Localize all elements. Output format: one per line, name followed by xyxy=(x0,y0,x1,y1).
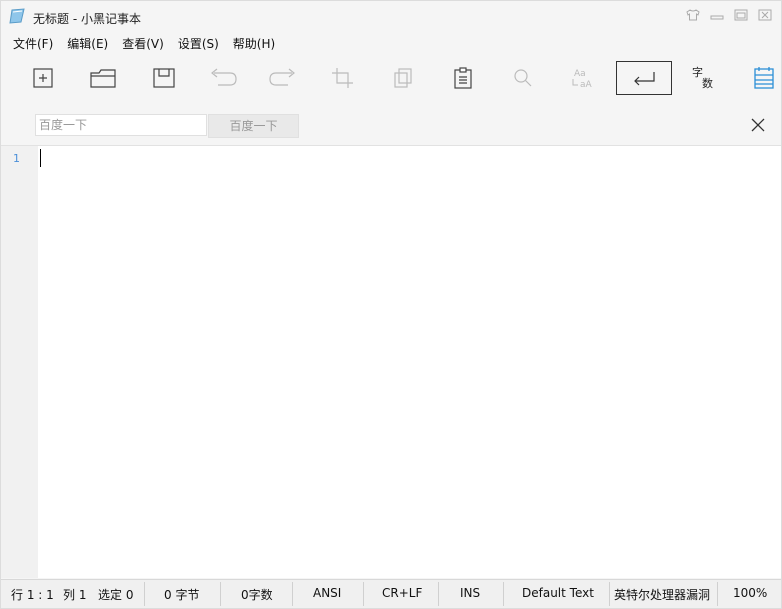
redo-button[interactable] xyxy=(267,63,299,93)
menu-help[interactable]: 帮助(H) xyxy=(226,33,282,53)
word-count-button[interactable]: 字 数 xyxy=(689,67,719,93)
word-count-bottom-label: 数 xyxy=(702,77,713,90)
new-icon xyxy=(33,68,53,88)
shirt-icon xyxy=(686,9,700,21)
status-divider xyxy=(220,582,221,606)
cut-button[interactable] xyxy=(327,63,359,93)
line-number-gutter: 1 xyxy=(1,146,38,578)
status-position: 行 1 : 1 xyxy=(11,588,54,602)
status-divider xyxy=(609,582,610,606)
maximize-icon xyxy=(734,9,748,21)
minimize-icon xyxy=(710,15,724,20)
status-encoding[interactable]: ANSI xyxy=(313,586,341,600)
status-divider xyxy=(717,582,718,606)
baidu-search-button[interactable]: 百度一下 xyxy=(208,114,299,138)
status-insert-mode[interactable]: INS xyxy=(460,586,480,600)
copy-icon xyxy=(394,68,412,88)
text-editor[interactable]: 1 xyxy=(1,146,781,578)
svg-text:Aa: Aa xyxy=(574,69,586,79)
open-icon xyxy=(90,69,116,88)
menu-view[interactable]: 查看(V) xyxy=(115,33,171,53)
line-number: 1 xyxy=(13,152,20,165)
undo-icon xyxy=(211,68,237,86)
save-icon xyxy=(153,68,175,88)
toolbar: Aa aA 字 数 xyxy=(1,57,781,101)
status-selected: 选定 0 xyxy=(98,588,134,602)
status-divider xyxy=(503,582,504,606)
status-column: 列 1 xyxy=(63,588,87,602)
close-search-icon[interactable] xyxy=(751,118,765,132)
menu-settings[interactable]: 设置(S) xyxy=(171,33,226,53)
wrap-icon xyxy=(634,72,655,86)
menu-file[interactable]: 文件(F) xyxy=(1,33,60,53)
title-bar: 无标题 - 小黑记事本 xyxy=(1,1,781,33)
new-file-button[interactable] xyxy=(27,63,59,93)
search-input[interactable]: 百度一下 xyxy=(35,114,207,136)
replace-case-button[interactable]: Aa aA xyxy=(567,63,599,93)
skin-button[interactable] xyxy=(683,7,703,23)
font-case-icon: Aa aA xyxy=(572,69,593,90)
find-button[interactable] xyxy=(507,63,539,93)
close-icon xyxy=(758,9,772,21)
status-divider xyxy=(363,582,364,606)
status-syntax[interactable]: Default Text xyxy=(522,586,594,600)
status-bytes: 0 字节 xyxy=(164,588,200,602)
paste-button[interactable] xyxy=(447,63,479,93)
undo-button[interactable] xyxy=(207,63,239,93)
status-bar: 行 1 : 1 列 1 选定 0 0 字节 0字数 ANSI CR+LF INS… xyxy=(1,579,781,608)
text-caret xyxy=(40,149,41,167)
status-divider xyxy=(144,582,145,606)
status-divider xyxy=(292,582,293,606)
search-bar: 百度一下 百度一下 xyxy=(1,107,781,146)
window-title: 无标题 - 小黑记事本 xyxy=(33,12,141,26)
status-notice-link[interactable]: 英特尔处理器漏洞 xyxy=(614,586,710,603)
clipboard-icon xyxy=(454,67,472,89)
crop-icon xyxy=(332,68,353,88)
maximize-button[interactable] xyxy=(731,7,751,23)
menu-bar: 文件(F) 编辑(E) 查看(V) 设置(S) 帮助(H) xyxy=(1,33,282,53)
open-file-button[interactable] xyxy=(87,63,119,93)
copy-button[interactable] xyxy=(387,63,419,93)
minimize-button[interactable] xyxy=(707,7,727,23)
status-chars: 0字数 xyxy=(241,588,273,602)
menu-edit[interactable]: 编辑(E) xyxy=(60,33,115,53)
status-divider xyxy=(438,582,439,606)
notebook-app-icon xyxy=(9,8,25,24)
svg-text:aA: aA xyxy=(580,80,593,90)
status-line-ending[interactable]: CR+LF xyxy=(382,586,422,600)
word-wrap-toggle[interactable] xyxy=(616,61,672,95)
app-window: 无标题 - 小黑记事本 文件(F) 编辑(E) 查看(V) 设置(S) 帮助(H… xyxy=(0,0,782,609)
status-zoom[interactable]: 100% xyxy=(733,586,767,600)
window-controls xyxy=(683,7,775,23)
search-icon xyxy=(514,69,532,87)
main-menu-button[interactable] xyxy=(748,63,780,93)
menu-icon xyxy=(754,67,774,89)
redo-icon xyxy=(269,68,295,86)
save-file-button[interactable] xyxy=(148,63,180,93)
close-window-button[interactable] xyxy=(755,7,775,23)
